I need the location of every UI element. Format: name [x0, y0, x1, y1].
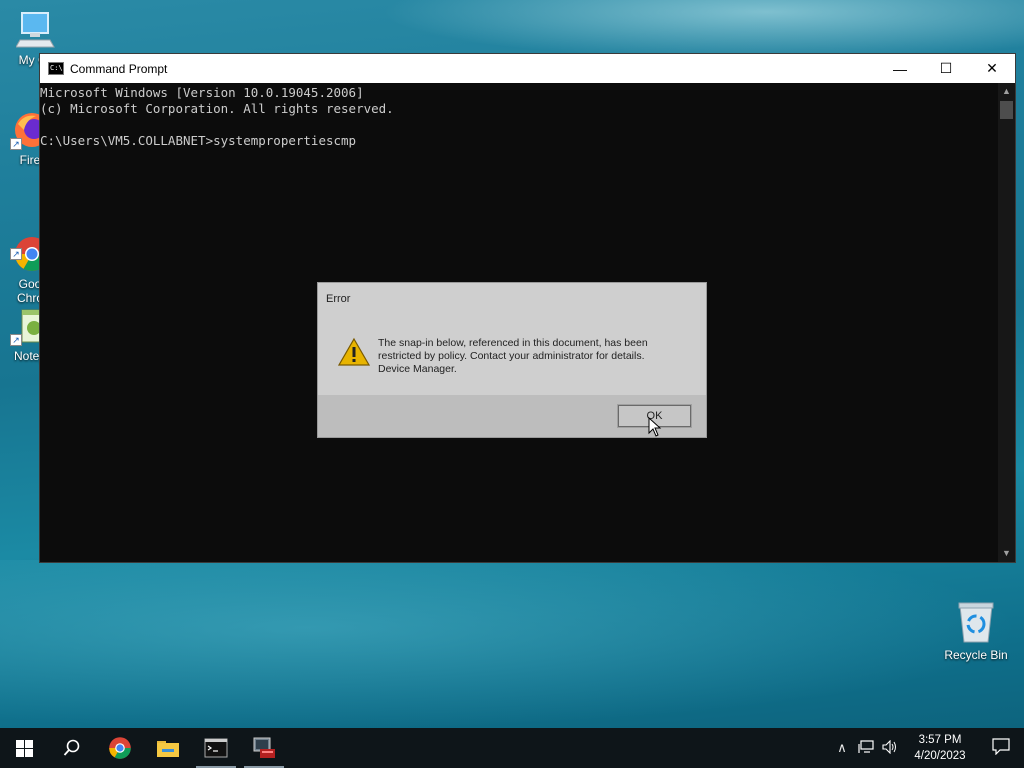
- console-line: (c) Microsoft Corporation. All rights re…: [40, 101, 394, 116]
- scroll-up-icon[interactable]: ▲: [998, 83, 1015, 100]
- action-center-button[interactable]: [978, 738, 1024, 758]
- network-icon[interactable]: [854, 739, 878, 757]
- clock-time: 3:57 PM: [918, 734, 962, 746]
- dialog-message-line: Device Manager.: [378, 363, 457, 375]
- console-line: C:\Users\VM5.COLLABNET>systempropertiesc…: [40, 133, 357, 148]
- error-dialog[interactable]: Error The snap-in below, referenced in t…: [317, 282, 707, 438]
- minimize-button[interactable]: —: [877, 54, 923, 83]
- shortcut-arrow-icon: ↗: [10, 248, 22, 260]
- taskbar-command-prompt[interactable]: [192, 728, 240, 768]
- desktop-icon-recycle-bin[interactable]: Recycle Bin: [940, 600, 1012, 662]
- recycle-bin-icon: [956, 600, 996, 644]
- warning-icon: [337, 337, 371, 367]
- cmd-icon: [204, 738, 228, 758]
- volume-icon[interactable]: [878, 739, 902, 757]
- shortcut-arrow-icon: ↗: [10, 138, 22, 150]
- taskbar-clock[interactable]: 3:57 PM 4/20/2023: [902, 732, 978, 764]
- wallpaper-wave: [0, 560, 1024, 730]
- start-button[interactable]: [0, 728, 48, 768]
- mouse-cursor-icon: [648, 416, 662, 437]
- console-line: Microsoft Windows [Version 10.0.19045.20…: [40, 85, 364, 100]
- recycle-bin-label: Recycle Bin: [944, 648, 1008, 662]
- scroll-thumb[interactable]: [1000, 101, 1013, 119]
- cmd-app-icon: C:\: [48, 62, 64, 75]
- dialog-message-line: The snap-in below, referenced in this do…: [378, 337, 648, 349]
- vertical-scrollbar[interactable]: ▲ ▼: [998, 83, 1015, 562]
- windows-logo-icon: [15, 739, 33, 757]
- folder-icon: [157, 741, 179, 757]
- system-tray: ∧ 3:57 PM 4/20/2023: [830, 728, 1024, 768]
- search-button[interactable]: [48, 728, 96, 768]
- dialog-message: The snap-in below, referenced in this do…: [378, 337, 688, 376]
- window-title: Command Prompt: [70, 61, 168, 76]
- chrome-icon: [109, 737, 131, 759]
- scroll-down-icon[interactable]: ▼: [998, 545, 1015, 562]
- taskbar-mmc[interactable]: [240, 728, 288, 768]
- notification-icon: [992, 738, 1010, 756]
- dialog-title: Error: [326, 293, 351, 305]
- taskbar: ∧ 3:57 PM 4/20/2023: [0, 728, 1024, 768]
- chevron-up-icon[interactable]: ∧: [830, 740, 854, 756]
- management-console-icon: [253, 737, 275, 758]
- close-button[interactable]: ✕: [969, 54, 1015, 83]
- computer-icon: [15, 10, 56, 50]
- dialog-message-line: restricted by policy. Contact your admin…: [378, 350, 645, 362]
- shortcut-arrow-icon: ↗: [10, 334, 22, 346]
- wallpaper-highlight: [380, 0, 1024, 60]
- clock-date: 4/20/2023: [914, 750, 966, 762]
- search-icon: [63, 739, 80, 756]
- maximize-button[interactable]: ☐: [923, 54, 969, 83]
- window-titlebar[interactable]: C:\ Command Prompt — ☐ ✕: [40, 54, 1015, 83]
- taskbar-file-explorer[interactable]: [144, 728, 192, 768]
- taskbar-chrome[interactable]: [96, 728, 144, 768]
